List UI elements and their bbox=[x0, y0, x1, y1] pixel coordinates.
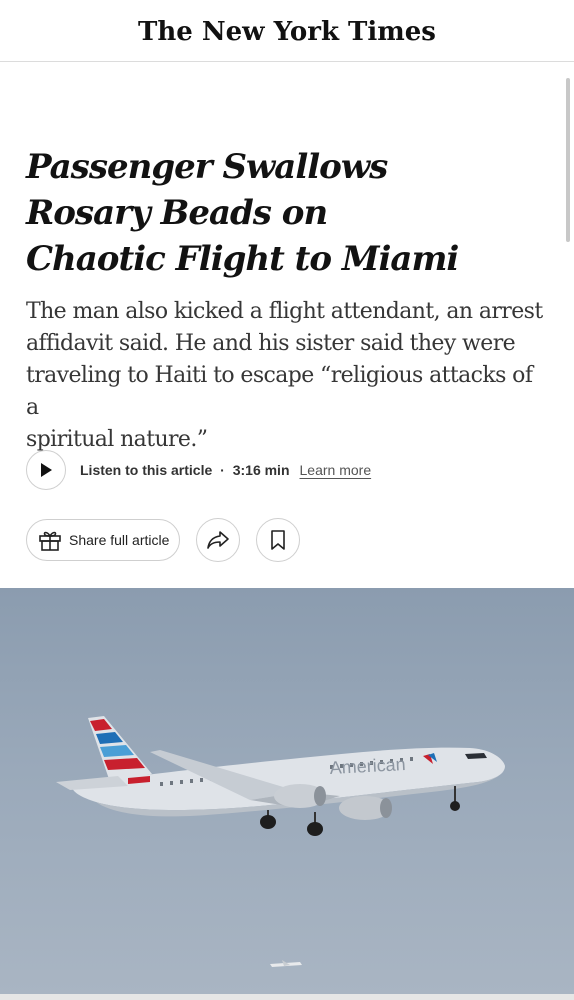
audio-duration: 3:16 min bbox=[232, 462, 290, 478]
article-headline: Passenger Swallows Rosary Beads on Chaot… bbox=[26, 144, 546, 282]
headline-line: Chaotic Flight to Miami bbox=[26, 239, 459, 279]
share-full-article-button[interactable]: Share full article bbox=[26, 519, 181, 561]
share-button[interactable] bbox=[196, 518, 241, 562]
bookmark-icon bbox=[271, 530, 286, 550]
article-page: The New York Times Passenger Swallows Ro… bbox=[0, 0, 574, 1000]
bottom-strip bbox=[0, 994, 574, 1000]
save-button[interactable] bbox=[256, 518, 301, 562]
scrollbar-thumb[interactable] bbox=[566, 78, 570, 242]
audio-label: Listen to this article · 3:16 min bbox=[80, 462, 290, 478]
summary-line: affidavit said. He and his sister said t… bbox=[26, 331, 516, 356]
audio-separator: · bbox=[220, 462, 225, 478]
headline-line: Passenger Swallows bbox=[26, 147, 388, 187]
summary-line: traveling to Haiti to escape “religious … bbox=[26, 363, 533, 420]
article-summary: The man also kicked a flight attendant, … bbox=[26, 296, 546, 456]
article-photo[interactable]: American bbox=[0, 588, 574, 994]
airplane-image: American bbox=[56, 716, 506, 967]
listen-label: Listen to this article bbox=[80, 462, 213, 478]
summary-line: The man also kicked a flight attendant, … bbox=[26, 299, 543, 324]
play-button[interactable] bbox=[26, 450, 66, 490]
learn-more-link[interactable]: Learn more bbox=[300, 462, 372, 478]
play-icon bbox=[41, 463, 52, 477]
headline-line: Rosary Beads on bbox=[26, 193, 328, 233]
share-arrow-icon bbox=[207, 531, 230, 549]
share-label: Share full article bbox=[69, 532, 170, 548]
nyt-logo[interactable]: The New York Times bbox=[138, 17, 436, 47]
livery-text: American bbox=[329, 754, 406, 778]
audio-player: Listen to this article · 3:16 min Learn … bbox=[26, 448, 371, 492]
gift-icon bbox=[39, 531, 61, 551]
article-actions: Share full article bbox=[26, 518, 301, 562]
masthead: The New York Times bbox=[0, 0, 574, 62]
